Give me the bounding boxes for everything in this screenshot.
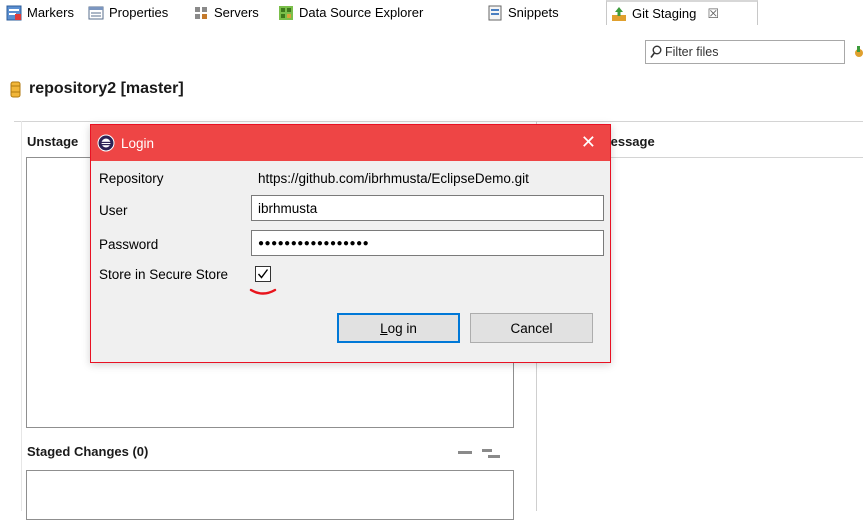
tab-label: Markers [27,5,74,20]
cancel-button[interactable]: Cancel [470,313,593,343]
login-label: og in [387,320,417,336]
view-tab-bar: Markers Properties Servers Data Source E… [0,0,863,25]
eclipse-icon [97,134,115,152]
minimize-icon[interactable] [458,451,472,454]
red-underline-annotation [249,288,277,295]
store-secure-checkbox[interactable] [255,266,271,282]
login-dialog: Login ✕ Repository https://github.com/ib… [90,124,611,363]
tab-snippets[interactable]: Snippets [487,0,559,25]
login-mnemonic: L [380,320,388,336]
user-value: ibrhmusta [258,200,318,216]
staged-files-list[interactable] [26,470,514,520]
checkmark-icon [257,269,269,279]
tab-git-staging[interactable]: Git Staging ☒ [606,0,758,25]
snippets-icon [487,5,503,21]
search-icon [650,45,662,59]
store-secure-label: Store in Secure Store [99,267,229,282]
tab-label: Data Source Explorer [299,5,424,20]
password-label: Password [99,237,159,252]
filter-placeholder: Filter files [665,45,719,59]
login-button[interactable]: Log in [337,313,460,343]
filter-files-input[interactable]: Filter files [645,40,845,64]
tab-label: Servers [214,5,259,20]
dialog-title: Login [121,135,155,151]
staged-changes-header: Staged Changes (0) [27,444,149,459]
properties-icon [88,5,104,21]
tab-label: Snippets [508,5,559,20]
password-value: ●●●●●●●●●●●●●●●●● [258,237,370,249]
user-label: User [99,203,128,218]
password-field[interactable]: ●●●●●●●●●●●●●●●●● [251,230,604,256]
tab-properties[interactable]: Properties [88,0,168,25]
git-staging-icon [611,6,627,22]
tab-servers[interactable]: Servers [193,0,259,25]
section-divider [14,121,863,122]
tree-view-icon[interactable] [482,447,500,458]
markers-icon [6,5,22,21]
tab-data-source-explorer[interactable]: Data Source Explorer [278,0,423,25]
data-source-explorer-icon [278,5,294,21]
repository-title: repository2 [master] [10,80,184,98]
pane-border [21,121,22,511]
repository-label: Repository [99,171,164,186]
unstaged-changes-header: Unstage [27,134,79,149]
commit-message-header: lessage [607,134,655,149]
repository-icon [10,81,21,98]
dialog-titlebar[interactable]: Login ✕ [91,125,610,161]
repository-name: repository2 [master] [29,80,184,97]
toolbar-overflow-icon[interactable] [851,44,863,60]
repository-url: https://github.com/ibrhmusta/EclipseDemo… [258,171,529,186]
close-icon[interactable]: ✕ [581,132,596,152]
user-field[interactable]: ibrhmusta [251,195,604,221]
servers-icon [193,5,209,21]
tab-label: Git Staging [632,6,697,21]
tab-markers[interactable]: Markers [6,0,74,25]
close-tab-icon[interactable]: ☒ [707,6,719,22]
tab-label: Properties [109,5,169,20]
